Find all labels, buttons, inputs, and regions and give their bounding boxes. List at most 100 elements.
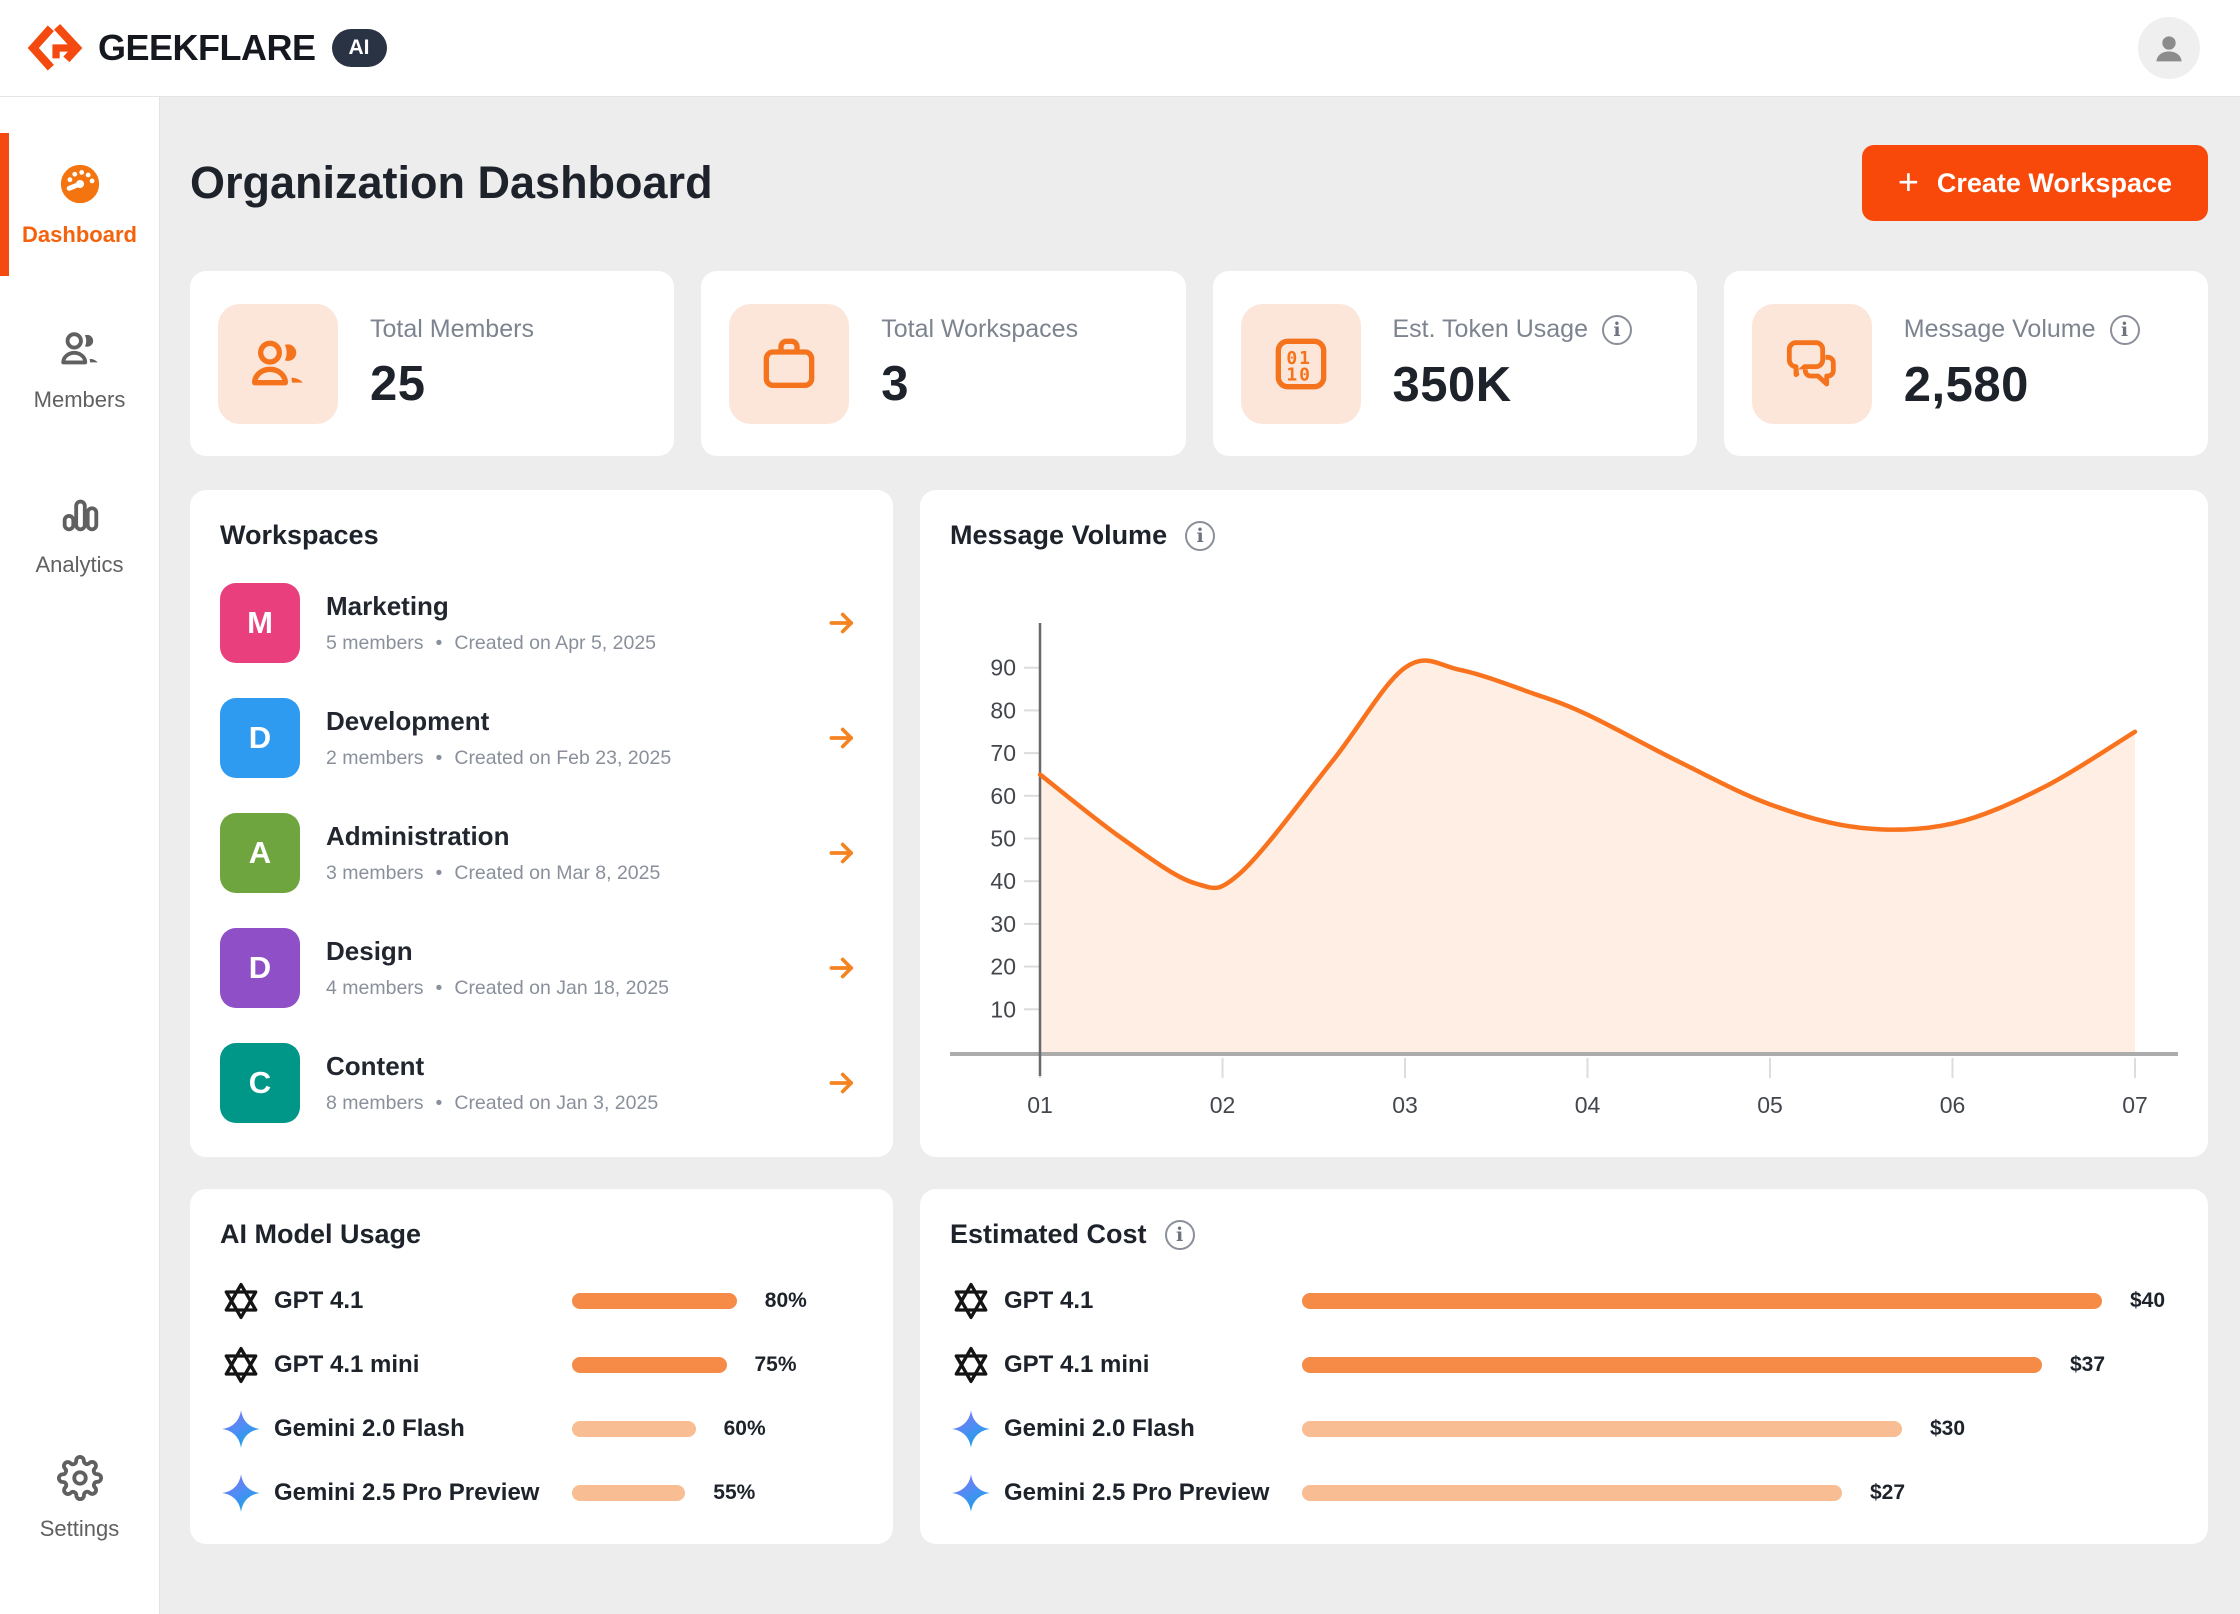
gemini-icon <box>220 1472 274 1514</box>
brand-name: GEEKFLARE <box>98 27 316 69</box>
workspace-members: 5 members <box>326 632 424 655</box>
workspace-row[interactable]: C Content 8 members • Created on Jan 3, … <box>220 1043 863 1123</box>
briefcase-icon <box>729 304 849 424</box>
gemini-icon <box>220 1408 274 1450</box>
stat-card: 0110 Est. Token Usage 350K <box>1213 271 1697 456</box>
model-row: Gemini 2.0 Flash $30 <box>950 1408 2178 1450</box>
workspace-members: 4 members <box>326 977 424 1000</box>
workspace-avatar: D <box>220 928 300 1008</box>
workspace-meta: 2 members • Created on Feb 23, 2025 <box>326 747 671 770</box>
workspace-open-button[interactable] <box>821 1062 863 1104</box>
workspace-created: Created on Feb 23, 2025 <box>454 747 671 770</box>
svg-text:01: 01 <box>1027 1092 1053 1118</box>
model-bar <box>572 1485 685 1501</box>
info-icon[interactable] <box>1165 1220 1195 1250</box>
message-volume-chart: 10203040506070809001020304050607 <box>950 567 2178 1127</box>
workspaces-card: Workspaces M Marketing 5 members • Creat… <box>190 490 893 1157</box>
svg-text:07: 07 <box>2122 1092 2148 1118</box>
model-row: GPT 4.1 80% <box>220 1280 863 1322</box>
page-title: Organization Dashboard <box>190 157 713 209</box>
gemini-icon <box>950 1472 1004 1514</box>
svg-text:40: 40 <box>990 868 1016 894</box>
workspace-open-button[interactable] <box>821 832 863 874</box>
workspace-row[interactable]: D Design 4 members • Created on Jan 18, … <box>220 928 863 1008</box>
stat-label: Est. Token Usage <box>1393 315 1588 344</box>
workspace-name: Design <box>326 936 669 967</box>
model-name: Gemini 2.0 Flash <box>274 1415 572 1443</box>
stat-value: 2,580 <box>1904 357 2140 413</box>
openai-icon <box>950 1280 1004 1322</box>
info-icon[interactable] <box>1602 315 1632 345</box>
info-icon[interactable] <box>1185 521 1215 551</box>
sidebar-item-members[interactable]: Members <box>0 298 159 441</box>
info-icon[interactable] <box>2110 315 2140 345</box>
workspace-open-button[interactable] <box>821 947 863 989</box>
arrow-right-icon <box>825 951 859 985</box>
svg-text:70: 70 <box>990 740 1016 766</box>
brand-logo[interactable]: GEEKFLARE AI <box>26 19 387 77</box>
model-name: Gemini 2.0 Flash <box>1004 1415 1302 1443</box>
svg-text:03: 03 <box>1392 1092 1418 1118</box>
workspaces-title: Workspaces <box>220 520 863 551</box>
dot-separator: • <box>436 632 443 655</box>
members-icon <box>218 304 338 424</box>
workspace-row[interactable]: M Marketing 5 members • Created on Apr 5… <box>220 583 863 663</box>
workspace-avatar: M <box>220 583 300 663</box>
geekflare-logo-icon <box>26 19 84 77</box>
stat-label: Total Members <box>370 315 534 344</box>
workspace-name: Content <box>326 1051 658 1082</box>
stat-label: Message Volume <box>1904 315 2096 344</box>
workspace-name: Development <box>326 706 671 737</box>
arrow-right-icon <box>825 721 859 755</box>
person-icon <box>2149 28 2189 68</box>
workspace-avatar: A <box>220 813 300 893</box>
message-volume-chart-title: Message Volume <box>950 520 1167 551</box>
model-bar <box>1302 1421 1902 1437</box>
model-bar <box>1302 1357 2042 1373</box>
model-name: GPT 4.1 mini <box>1004 1351 1302 1379</box>
sidebar-item-dashboard[interactable]: Dashboard <box>0 133 159 276</box>
svg-text:90: 90 <box>990 655 1016 681</box>
model-row: Gemini 2.0 Flash 60% <box>220 1408 863 1450</box>
workspace-row[interactable]: A Administration 3 members • Created on … <box>220 813 863 893</box>
message-volume-card: Message Volume 1020304050607080900102030… <box>920 490 2208 1157</box>
workspace-open-button[interactable] <box>821 717 863 759</box>
gauge-icon <box>57 161 103 207</box>
svg-text:50: 50 <box>990 826 1016 852</box>
model-bar-value: $30 <box>1930 1417 1965 1441</box>
svg-text:05: 05 <box>1757 1092 1783 1118</box>
main-content: Organization Dashboard + Create Workspac… <box>160 97 2240 1614</box>
workspace-created: Created on Apr 5, 2025 <box>454 632 656 655</box>
header: GEEKFLARE AI <box>0 0 2240 97</box>
estimated-cost-card: Estimated Cost GPT 4.1 $40 GPT 4.1 mini … <box>920 1189 2208 1544</box>
model-row: GPT 4.1 mini 75% <box>220 1344 863 1386</box>
model-row: Gemini 2.5 Pro Preview 55% <box>220 1472 863 1514</box>
workspace-name: Marketing <box>326 591 656 622</box>
binary-icon: 0110 <box>1241 304 1361 424</box>
sidebar-item-analytics[interactable]: Analytics <box>0 463 159 606</box>
workspace-meta: 3 members • Created on Mar 8, 2025 <box>326 862 660 885</box>
workspace-members: 8 members <box>326 1092 424 1115</box>
brand-ai-badge: AI <box>332 29 387 67</box>
workspace-avatar: D <box>220 698 300 778</box>
model-row: GPT 4.1 mini $37 <box>950 1344 2178 1386</box>
stat-value: 3 <box>881 356 1078 412</box>
model-bar <box>572 1421 696 1437</box>
sidebar: Dashboard Members Analytics Settings <box>0 97 160 1614</box>
sidebar-item-label: Dashboard <box>22 222 137 248</box>
svg-text:60: 60 <box>990 783 1016 809</box>
workspace-open-button[interactable] <box>821 602 863 644</box>
create-workspace-button[interactable]: + Create Workspace <box>1862 145 2208 221</box>
user-avatar[interactable] <box>2138 17 2200 79</box>
sidebar-item-settings[interactable]: Settings <box>0 1427 159 1570</box>
svg-text:06: 06 <box>1940 1092 1966 1118</box>
svg-text:30: 30 <box>990 911 1016 937</box>
model-bar <box>1302 1293 2102 1309</box>
svg-text:04: 04 <box>1575 1092 1601 1118</box>
dot-separator: • <box>436 862 443 885</box>
model-name: GPT 4.1 <box>274 1287 572 1315</box>
svg-text:80: 80 <box>990 697 1016 723</box>
svg-text:20: 20 <box>990 954 1016 980</box>
workspace-row[interactable]: D Development 2 members • Created on Feb… <box>220 698 863 778</box>
stat-value: 350K <box>1393 357 1632 413</box>
